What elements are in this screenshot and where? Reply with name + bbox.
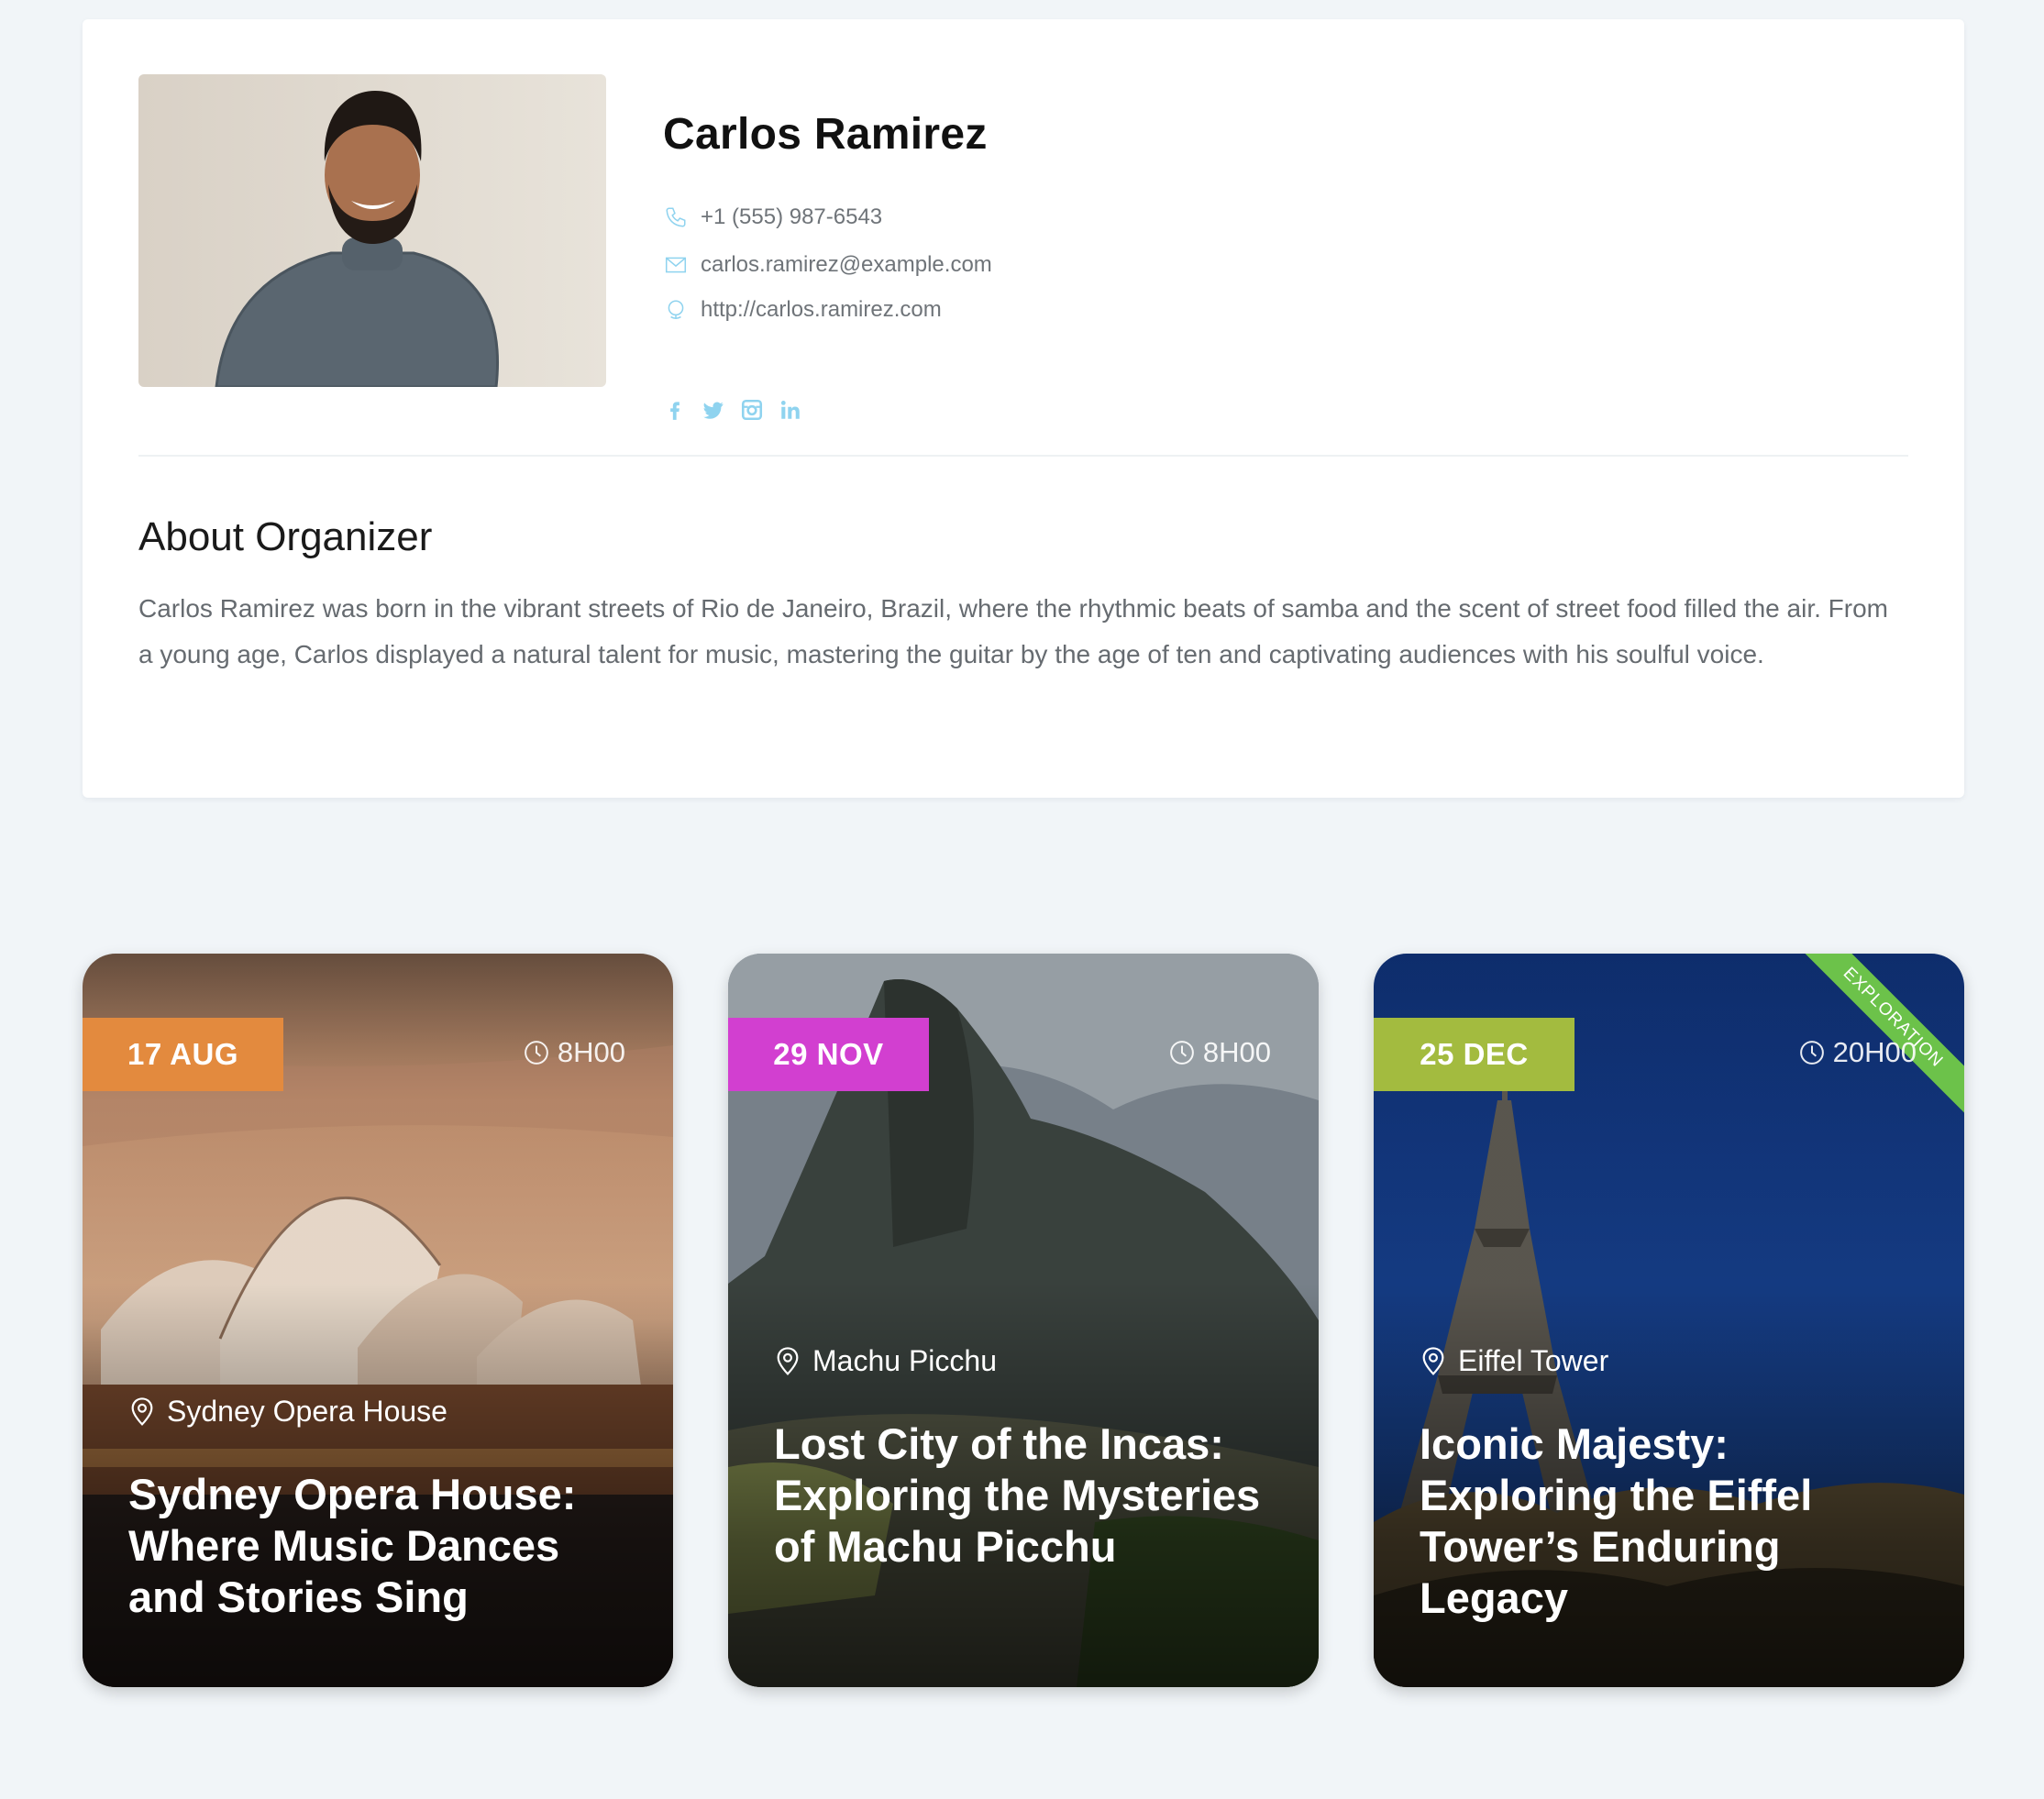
clock-icon [1799,1041,1824,1065]
event-location: Machu Picchu [774,1344,997,1378]
email-row[interactable]: carlos.ramirez@example.com [663,252,992,278]
location-text: Sydney Opera House [167,1395,447,1428]
event-card-sydney[interactable]: 17 AUG 8H00 Sydney Opera House Sydney Op… [83,954,673,1687]
linkedin-icon[interactable] [779,397,802,423]
location-text: Machu Picchu [812,1344,997,1377]
profile-divider [138,455,1908,457]
phone-row[interactable]: +1 (555) 987-6543 [663,204,882,230]
event-time: 8H00 [1168,1036,1271,1069]
globe-icon [663,297,689,323]
event-location: Sydney Opera House [128,1395,447,1429]
event-location: Eiffel Tower [1420,1344,1608,1378]
event-time: 8H00 [523,1036,625,1069]
event-title[interactable]: Lost City of the Incas: Exploring the My… [774,1418,1282,1573]
ribbon-label: EXPLORATION [1799,954,1964,1114]
location-text: Eiffel Tower [1458,1344,1609,1377]
phone-icon [663,204,689,230]
map-pin-icon [1422,1346,1444,1375]
map-pin-icon [777,1346,799,1375]
about-text: Carlos Ramirez was born in the vibrant s… [138,594,1888,668]
time-text: 8H00 [557,1036,625,1068]
organizer-profile-card: Carlos Ramirez +1 (555) 987-6543 carlos.… [83,19,1964,798]
event-card-eiffel-tower[interactable]: EXPLORATION 25 DEC 20H00 Eiffel Tower Ic… [1374,954,1964,1687]
envelope-icon [663,252,689,278]
event-card-machu-picchu[interactable]: 29 NOV 8H00 Machu Picchu Lost City of th… [728,954,1319,1687]
website-row[interactable]: http://carlos.ramirez.com [663,297,942,323]
organizer-photo [138,74,606,387]
time-text: 20H00 [1832,1036,1917,1068]
social-links [663,397,802,423]
event-title[interactable]: Sydney Opera House: Where Music Dances a… [128,1469,636,1623]
email-text: carlos.ramirez@example.com [701,252,992,277]
map-pin-icon [131,1396,153,1426]
instagram-icon[interactable] [740,397,764,423]
date-badge: 25 DEC [1374,1018,1574,1091]
organizer-name: Carlos Ramirez [663,110,988,159]
clock-icon [1170,1041,1194,1065]
phone-text: +1 (555) 987-6543 [701,204,883,229]
time-text: 8H00 [1202,1036,1271,1068]
date-badge: 29 NOV [728,1018,929,1091]
facebook-icon[interactable] [663,397,687,423]
event-title[interactable]: Iconic Majesty: Exploring the Eiffel Tow… [1420,1418,1928,1624]
date-badge: 17 AUG [83,1018,283,1091]
website-text: http://carlos.ramirez.com [701,297,942,322]
about-title: About Organizer [138,514,433,559]
clock-icon [525,1041,548,1065]
twitter-icon[interactable] [702,397,725,423]
event-time: 20H00 [1798,1036,1917,1069]
